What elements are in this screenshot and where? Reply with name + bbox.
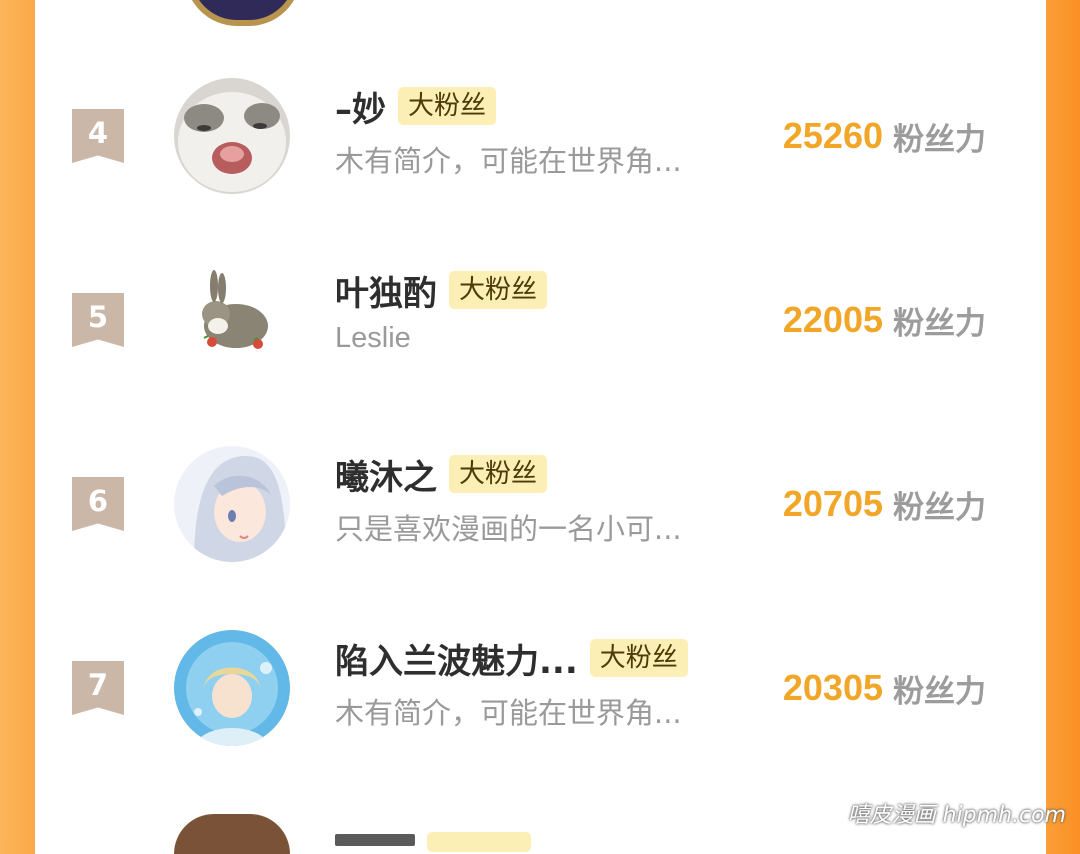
rank-badge: 7	[72, 661, 124, 715]
avatar[interactable]	[174, 262, 290, 378]
name-line: 叶独酌 大粉丝	[335, 266, 548, 315]
next-row-avatar[interactable]	[174, 814, 290, 854]
ranking-row[interactable]: 7 陷入兰波魅力... 大粉丝 木有简介，可能在世界角... 20305 粉丝力	[35, 596, 1046, 780]
fan-power: 22005 粉丝力	[783, 296, 986, 344]
fan-power-value: 20305	[782, 667, 883, 708]
fan-power: 20305 粉丝力	[783, 664, 986, 712]
fan-level-badge: 大粉丝	[589, 639, 688, 677]
next-row-name	[335, 834, 415, 846]
user-name[interactable]: 叶独酌	[335, 266, 437, 315]
ranking-row[interactable]: 4 –妙 大粉丝 木有简介，可能在世界角... 25260 粉丝力	[35, 44, 1046, 228]
avatar[interactable]	[174, 78, 290, 194]
user-name[interactable]: 陷入兰波魅力...	[335, 634, 578, 683]
fan-power: 25260 粉丝力	[783, 112, 986, 160]
fan-level-badge: 大粉丝	[398, 87, 497, 125]
fan-level-badge: 大粉丝	[449, 455, 548, 493]
fan-power-unit: 粉丝力	[893, 305, 986, 342]
user-name[interactable]: 曦沐之	[335, 450, 437, 499]
name-line: 陷入兰波魅力... 大粉丝	[335, 634, 688, 682]
rank-badge: 6	[72, 477, 124, 531]
watermark: 嘻皮漫画 hipmh.com	[847, 803, 1066, 828]
name-line: –妙 大粉丝	[335, 82, 497, 131]
user-bio: 木有简介，可能在世界角...	[335, 696, 682, 730]
fan-power-value: 25260	[782, 115, 883, 156]
fan-power-unit: 粉丝力	[893, 673, 986, 710]
avatar[interactable]	[174, 630, 290, 746]
fan-power-value: 20705	[782, 483, 883, 524]
ranking-row[interactable]: 6 曦沐之 大粉丝 只是喜欢漫画的一名小可... 20705 粉丝力	[35, 412, 1046, 596]
fan-level-badge: 大粉丝	[449, 271, 548, 309]
name-line: 曦沐之 大粉丝	[335, 450, 548, 499]
prev-row-avatar[interactable]	[185, 0, 301, 26]
rank-badge: 5	[72, 293, 124, 347]
user-bio: 木有简介，可能在世界角...	[335, 144, 682, 178]
avatar[interactable]	[174, 446, 290, 562]
fan-ranking-card: 4 –妙 大粉丝 木有简介，可能在世界角... 25260 粉丝力 5 叶独酌 …	[35, 0, 1046, 854]
fan-power-unit: 粉丝力	[893, 489, 986, 526]
fan-power-unit: 粉丝力	[893, 121, 986, 158]
fan-power: 20705 粉丝力	[783, 480, 986, 528]
user-bio: Leslie	[335, 322, 411, 354]
user-name[interactable]: –妙	[335, 82, 386, 131]
next-row-badge	[427, 832, 531, 852]
user-bio: 只是喜欢漫画的一名小可...	[335, 512, 682, 546]
ranking-row[interactable]: 5 叶独酌 大粉丝 Leslie 22005 粉丝力	[35, 228, 1046, 412]
fan-power-value: 22005	[782, 299, 883, 340]
rank-badge: 4	[72, 109, 124, 163]
